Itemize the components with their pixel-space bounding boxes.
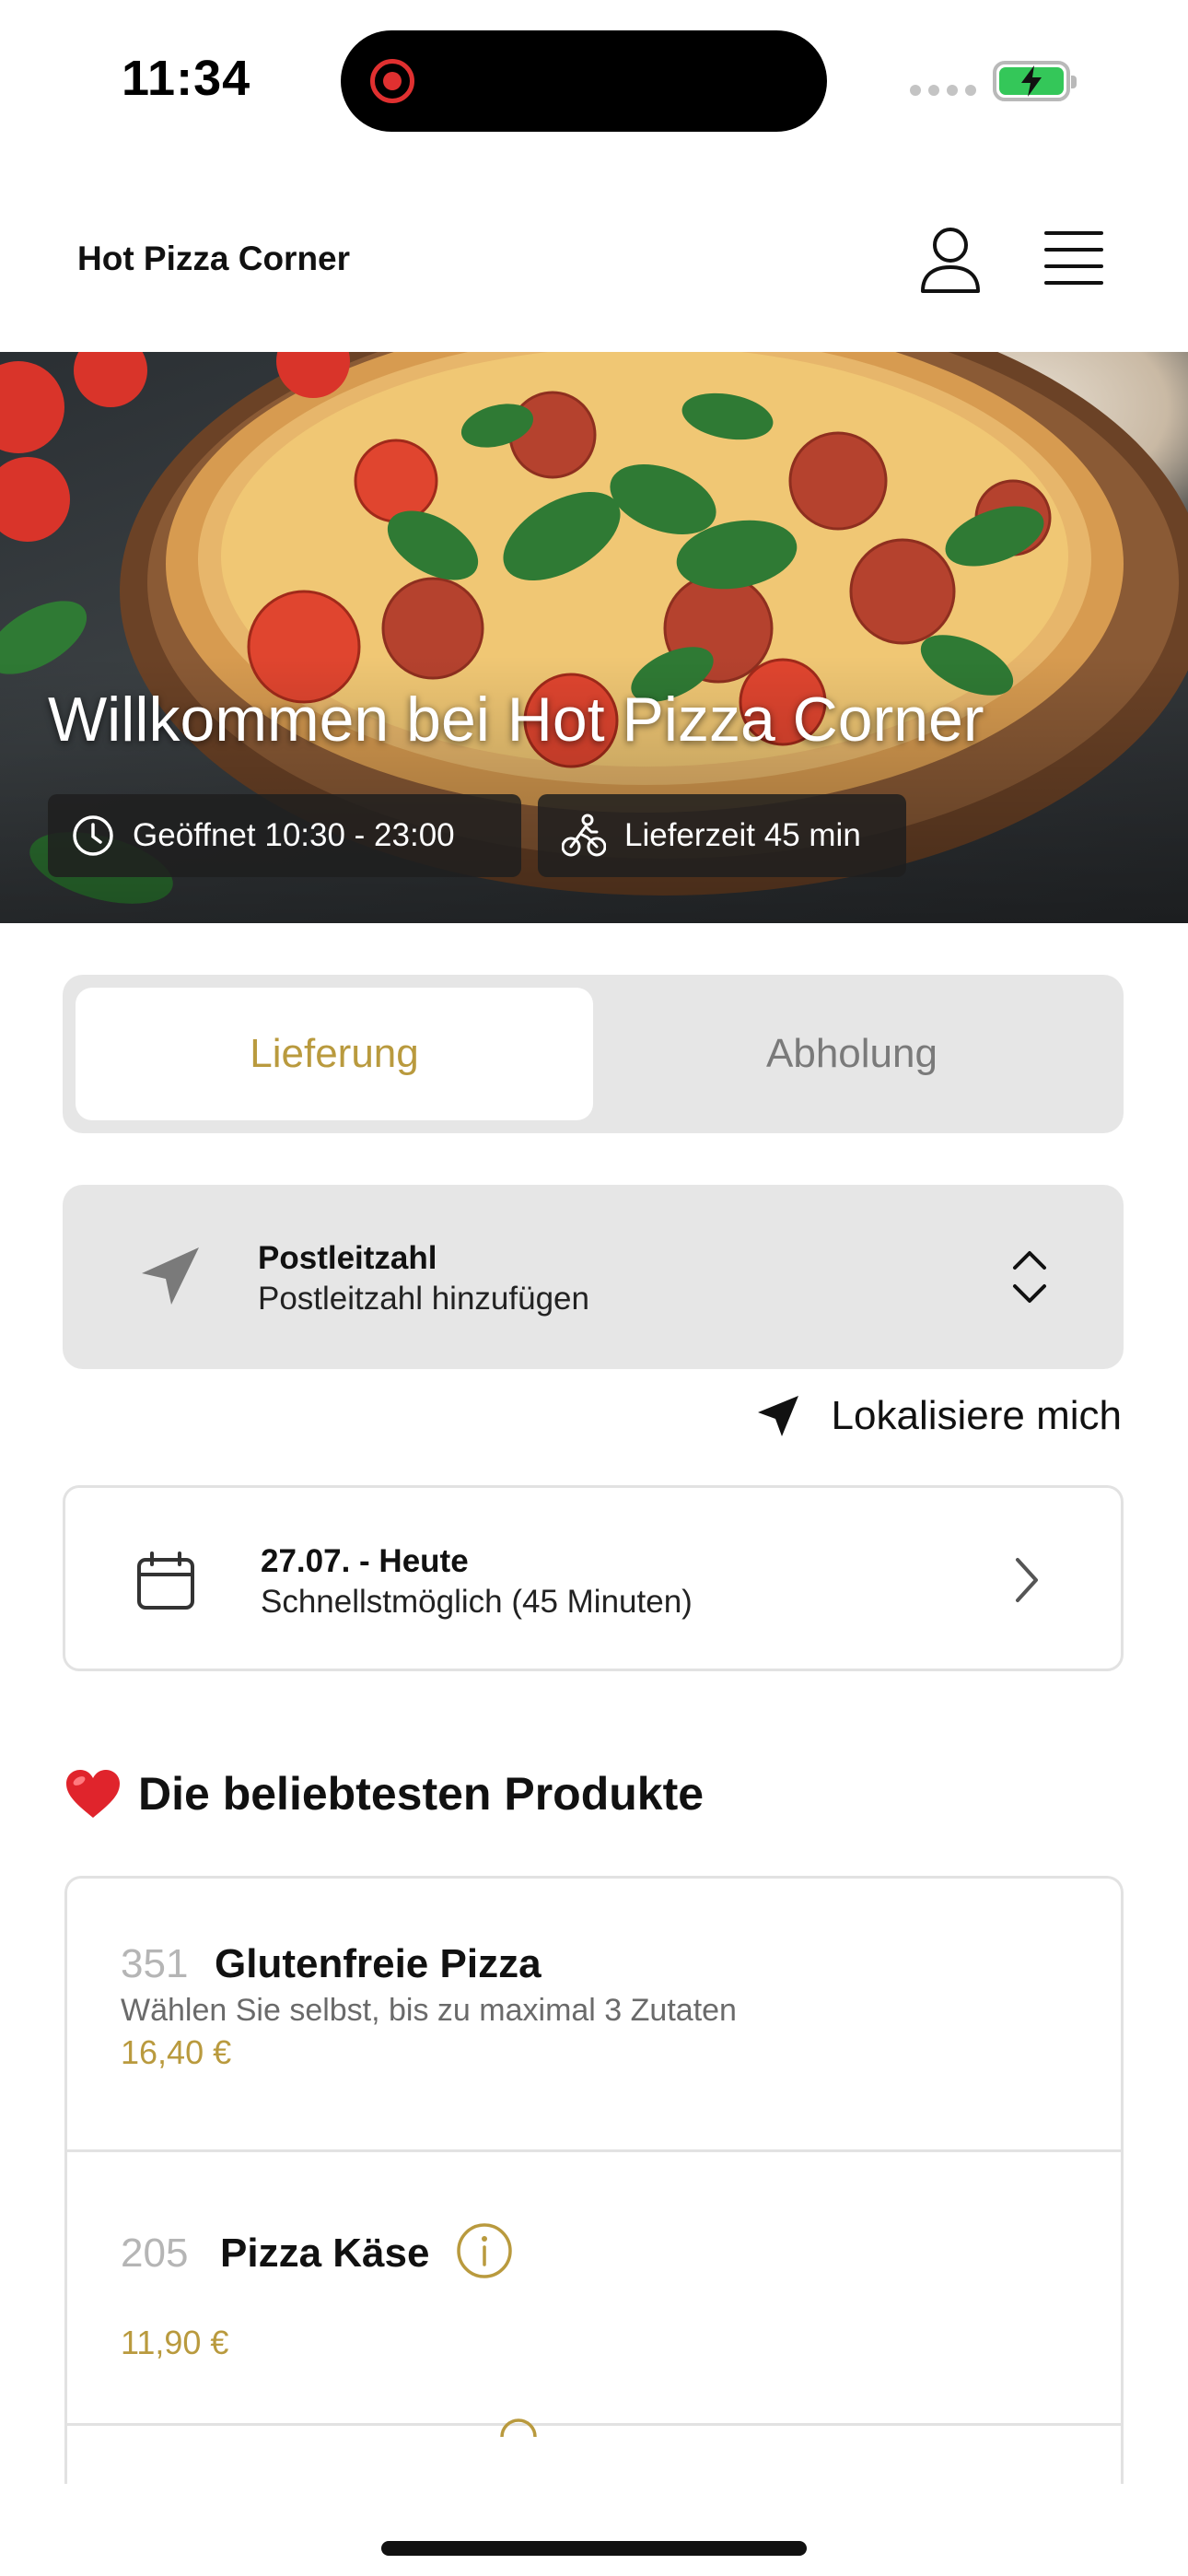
product-item[interactable]: 205 Pizza Käse 11,90 € — [67, 2152, 1121, 2426]
status-bar: 11:34 — [0, 0, 1188, 157]
info-icon — [500, 2418, 537, 2437]
delivery-date-title: 27.07. - Heute — [261, 1543, 469, 1579]
clock-icon — [73, 815, 113, 856]
location-arrow-icon — [757, 1396, 798, 1436]
opening-hours-text: Geöffnet 10:30 - 23:00 — [133, 817, 455, 853]
delivery-date-selector[interactable]: 27.07. - Heute Schnellstmöglich (45 Minu… — [63, 1485, 1124, 1671]
bicycle-courier-icon — [562, 814, 606, 857]
hero-title: Willkommen bei Hot Pizza Corner — [48, 685, 984, 755]
opening-hours-badge: Geöffnet 10:30 - 23:00 — [48, 794, 521, 877]
app-header: Hot Pizza Corner — [0, 175, 1188, 350]
battery-charging-icon — [993, 61, 1077, 101]
product-price: 16,40 € — [121, 2033, 232, 2071]
hero-banner: Willkommen bei Hot Pizza Corner Geöffnet… — [0, 352, 1188, 923]
postcode-label: Postleitzahl — [258, 1240, 437, 1276]
tab-delivery[interactable]: Lieferung — [76, 988, 593, 1120]
location-arrow-icon — [142, 1247, 199, 1305]
chevron-up-down-icon — [1013, 1251, 1046, 1303]
postcode-selector[interactable]: Postleitzahl Postleitzahl hinzufügen — [63, 1185, 1124, 1369]
chevron-right-icon — [1016, 1558, 1038, 1602]
tab-pickup[interactable]: Abholung — [593, 988, 1111, 1120]
info-icon[interactable] — [456, 2222, 513, 2279]
product-name: Glutenfreie Pizza — [215, 1941, 542, 1986]
profile-icon[interactable] — [917, 225, 984, 295]
popular-products-list: 351 Glutenfreie Pizza Wählen Sie selbst,… — [64, 1876, 1124, 2484]
status-time: 11:34 — [122, 51, 251, 106]
home-indicator[interactable] — [381, 2541, 807, 2556]
postcode-placeholder: Postleitzahl hinzufügen — [258, 1281, 589, 1317]
product-price: 11,90 € — [121, 2324, 229, 2361]
hamburger-menu-icon[interactable] — [1042, 228, 1105, 289]
popular-products-title: Die beliebtesten Produkte — [138, 1768, 705, 1820]
brand-name[interactable]: Hot Pizza Corner — [77, 240, 350, 278]
calendar-icon — [137, 1551, 194, 1610]
product-name: Pizza Käse — [220, 2231, 430, 2276]
heart-icon — [66, 1770, 120, 1818]
product-number: 205 — [121, 2231, 189, 2276]
cellular-signal-icon — [910, 85, 976, 96]
locate-me-button[interactable]: Lokalisiere mich — [756, 1393, 1122, 1439]
dynamic-island — [341, 30, 827, 132]
locate-me-label: Lokalisiere mich — [831, 1393, 1122, 1438]
product-description: Wählen Sie selbst, bis zu maximal 3 Zuta… — [121, 1993, 737, 2028]
order-mode-toggle: Lieferung Abholung — [63, 975, 1124, 1133]
product-item[interactable] — [67, 2418, 1121, 2484]
popular-products-heading: Die beliebtesten Produkte — [64, 1767, 704, 1821]
product-item[interactable]: 351 Glutenfreie Pizza Wählen Sie selbst,… — [67, 1879, 1121, 2152]
delivery-time-text: Lieferzeit 45 min — [624, 817, 861, 853]
delivery-time-badge: Lieferzeit 45 min — [538, 794, 906, 877]
recording-indicator-icon — [370, 59, 414, 103]
delivery-date-subtitle: Schnellstmöglich (45 Minuten) — [261, 1584, 693, 1620]
product-number: 351 — [121, 1941, 189, 1986]
